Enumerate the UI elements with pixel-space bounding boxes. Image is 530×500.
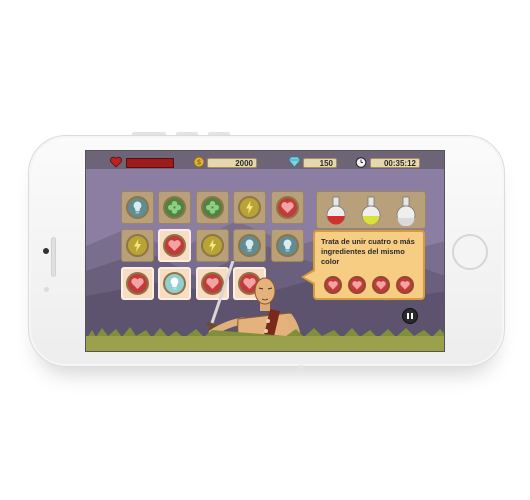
gem-icon — [288, 156, 301, 168]
tip-red-heart-token — [396, 276, 414, 294]
red-heart-token — [163, 234, 186, 257]
cyan-bulb-token — [163, 272, 186, 295]
phone-home-button[interactable] — [452, 234, 488, 270]
coin-icon: $ — [193, 156, 205, 168]
board-tile-highlighted[interactable] — [121, 267, 154, 300]
board-tile[interactable] — [271, 229, 304, 262]
blue-bulb-token — [126, 196, 149, 219]
clover-icon — [206, 201, 219, 214]
clock-icon — [355, 157, 367, 168]
heart-token-icon — [352, 281, 362, 290]
bulb-icon — [283, 239, 292, 252]
board-tile[interactable] — [158, 191, 191, 224]
board-tile[interactable] — [196, 191, 229, 224]
timer-display: 00:35:12 — [370, 158, 420, 168]
coin-counter: 2000 — [207, 158, 257, 168]
phone-sensor — [44, 287, 49, 292]
yellow-bolt-token — [238, 196, 261, 219]
bulb-icon — [170, 277, 179, 290]
gem-counter: 150 — [303, 158, 337, 168]
clover-icon — [168, 201, 181, 214]
heart-icon — [110, 156, 122, 168]
blue-bulb-token — [276, 234, 299, 257]
yellow-bolt-token — [201, 234, 224, 257]
blue-bulb-token — [238, 234, 261, 257]
heart-token-icon — [376, 281, 386, 290]
bulb-icon — [245, 239, 254, 252]
tip-bubble-tail-inner — [304, 271, 315, 283]
svg-text:$: $ — [197, 160, 201, 167]
green-clover-token — [163, 196, 186, 219]
board-tile[interactable] — [233, 229, 266, 262]
board-tile[interactable] — [121, 191, 154, 224]
tip-red-heart-token — [324, 276, 342, 294]
red-heart-token — [126, 272, 149, 295]
green-clover-token — [201, 196, 224, 219]
ground — [86, 336, 444, 351]
health-bar — [126, 158, 174, 168]
yellow-potion-icon — [361, 196, 381, 225]
board-tile-highlighted[interactable] — [158, 267, 191, 300]
board-tile[interactable] — [271, 191, 304, 224]
board-tile[interactable] — [121, 229, 154, 262]
heart-token-icon — [168, 240, 181, 251]
tip-red-heart-token — [372, 276, 390, 294]
heart-token-icon — [281, 202, 294, 213]
phone-speaker — [51, 237, 56, 277]
heart-token-icon — [400, 281, 410, 290]
lightning-icon — [134, 239, 141, 252]
phone-port — [298, 365, 304, 369]
empty-potion-icon — [396, 196, 416, 226]
heart-token-icon — [328, 281, 338, 290]
tip-bubble: Trata de unir cuatro o más ingredientes … — [313, 230, 425, 300]
lightning-icon — [209, 239, 216, 252]
phone-camera-icon — [43, 248, 49, 254]
board-tile[interactable] — [233, 191, 266, 224]
board-tile[interactable] — [196, 229, 229, 262]
potion-panel — [316, 191, 426, 229]
board-tile-highlighted[interactable] — [158, 229, 191, 262]
bulb-icon — [133, 201, 142, 214]
red-potion-icon — [326, 196, 346, 225]
heart-token-icon — [131, 278, 144, 289]
lightning-icon — [246, 201, 253, 214]
tip-text: Trata de unir cuatro o más ingredientes … — [321, 237, 415, 266]
tip-red-heart-token — [348, 276, 366, 294]
red-heart-token — [276, 196, 299, 219]
yellow-bolt-token — [126, 234, 149, 257]
pause-button[interactable] — [402, 308, 418, 324]
game-screen: $ 2000 150 00:35:12 Trata de unir cuatro… — [85, 150, 445, 352]
